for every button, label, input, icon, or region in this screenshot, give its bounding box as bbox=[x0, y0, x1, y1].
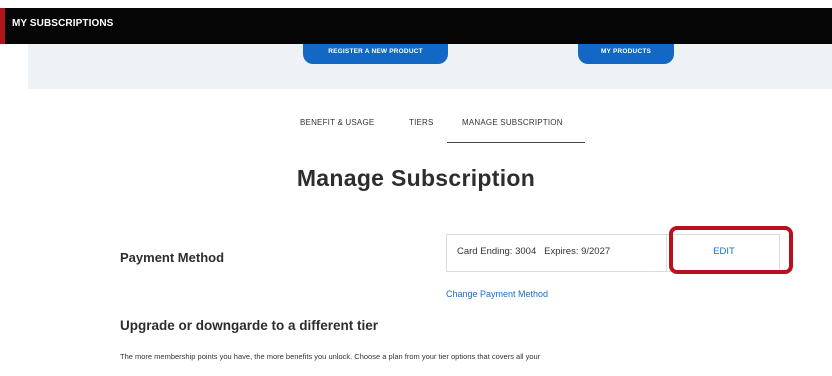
brand-accent-mark bbox=[0, 8, 5, 44]
top-nav-bar: MY SUBSCRIPTIONS bbox=[0, 8, 832, 44]
subscription-tabs: BENEFIT & USAGE TIERS MANAGE SUBSCRIPTIO… bbox=[0, 118, 832, 148]
edit-highlight-annotation bbox=[669, 226, 793, 274]
tab-benefit-usage[interactable]: BENEFIT & USAGE bbox=[300, 118, 374, 127]
tab-tiers[interactable]: TIERS bbox=[409, 118, 434, 127]
upgrade-description: The more membership points you have, the… bbox=[120, 352, 541, 361]
payment-method-label: Payment Method bbox=[120, 250, 225, 265]
card-box-divider bbox=[666, 234, 667, 271]
page-title: Manage Subscription bbox=[296, 165, 536, 191]
my-products-button[interactable]: MY PRODUCTS bbox=[578, 44, 674, 64]
change-payment-method-link[interactable]: Change Payment Method bbox=[446, 289, 548, 299]
page-header-title: MY SUBSCRIPTIONS bbox=[12, 18, 114, 29]
tab-manage-subscription[interactable]: MANAGE SUBSCRIPTION bbox=[462, 118, 563, 127]
upgrade-section-title: Upgrade or downgarde to a different tier bbox=[120, 318, 379, 333]
register-product-button[interactable]: REGISTER A NEW PRODUCT bbox=[303, 44, 448, 64]
active-tab-indicator bbox=[447, 142, 585, 143]
card-details: Card Ending: 3004 Expires: 9/2027 bbox=[457, 246, 611, 257]
